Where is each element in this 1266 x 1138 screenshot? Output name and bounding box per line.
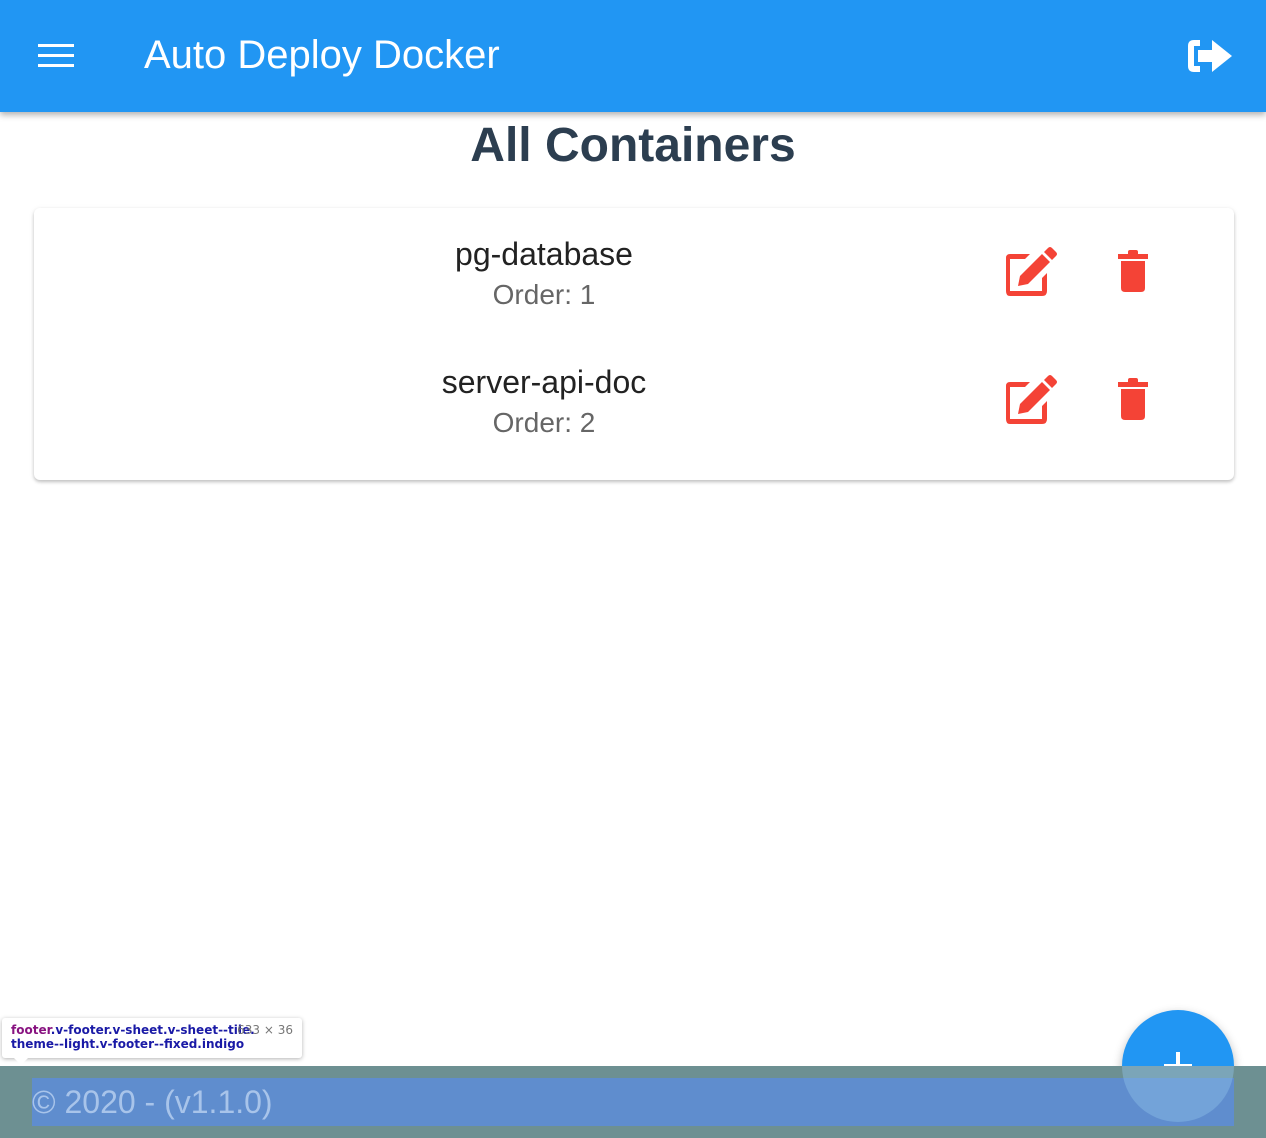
app-bar: Auto Deploy Docker — [0, 0, 1266, 112]
devtools-element-tooltip: footer.v-footer.v-sheet.v-sheet--tile. t… — [2, 1018, 302, 1065]
hamburger-menu-icon — [38, 44, 74, 47]
copyright-text: © 2020 - (v1.1.0) — [32, 1084, 273, 1120]
tooltip-size: 633 × 36 — [237, 1023, 293, 1037]
container-order: Order: 1 — [492, 279, 596, 310]
delete-button[interactable] — [1114, 376, 1154, 424]
footer: © 2020 - (v1.1.0) — [0, 1066, 1266, 1138]
container-name: pg-database — [455, 236, 633, 272]
edit-icon — [1006, 247, 1057, 296]
tooltip-classes-line2: theme--light.v-footer--fixed.indigo — [11, 1037, 245, 1051]
container-row: pg-database Order: 1 — [34, 230, 1234, 358]
container-row: server-api-doc Order: 2 — [34, 358, 1234, 486]
containers-card: pg-database Order: 1 server-api-doc Orde… — [34, 208, 1234, 480]
trash-icon — [1118, 378, 1148, 420]
sign-out-icon — [1188, 40, 1232, 72]
container-order: Order: 2 — [492, 407, 596, 438]
page-title: All Containers — [470, 119, 796, 172]
tooltip-classes-line1: .v-footer.v-sheet.v-sheet--tile. — [50, 1023, 255, 1037]
edit-icon — [1006, 375, 1057, 424]
app-title: Auto Deploy Docker — [144, 33, 500, 77]
container-name: server-api-doc — [441, 364, 647, 400]
edit-button[interactable] — [998, 372, 1058, 428]
footer-content: © 2020 - (v1.1.0) — [32, 1078, 1234, 1126]
logout-button[interactable] — [1180, 30, 1240, 82]
tooltip-tag: footer — [11, 1023, 51, 1037]
menu-button[interactable] — [32, 36, 80, 76]
delete-button[interactable] — [1114, 248, 1154, 296]
edit-button[interactable] — [998, 244, 1058, 300]
trash-icon — [1118, 250, 1148, 292]
